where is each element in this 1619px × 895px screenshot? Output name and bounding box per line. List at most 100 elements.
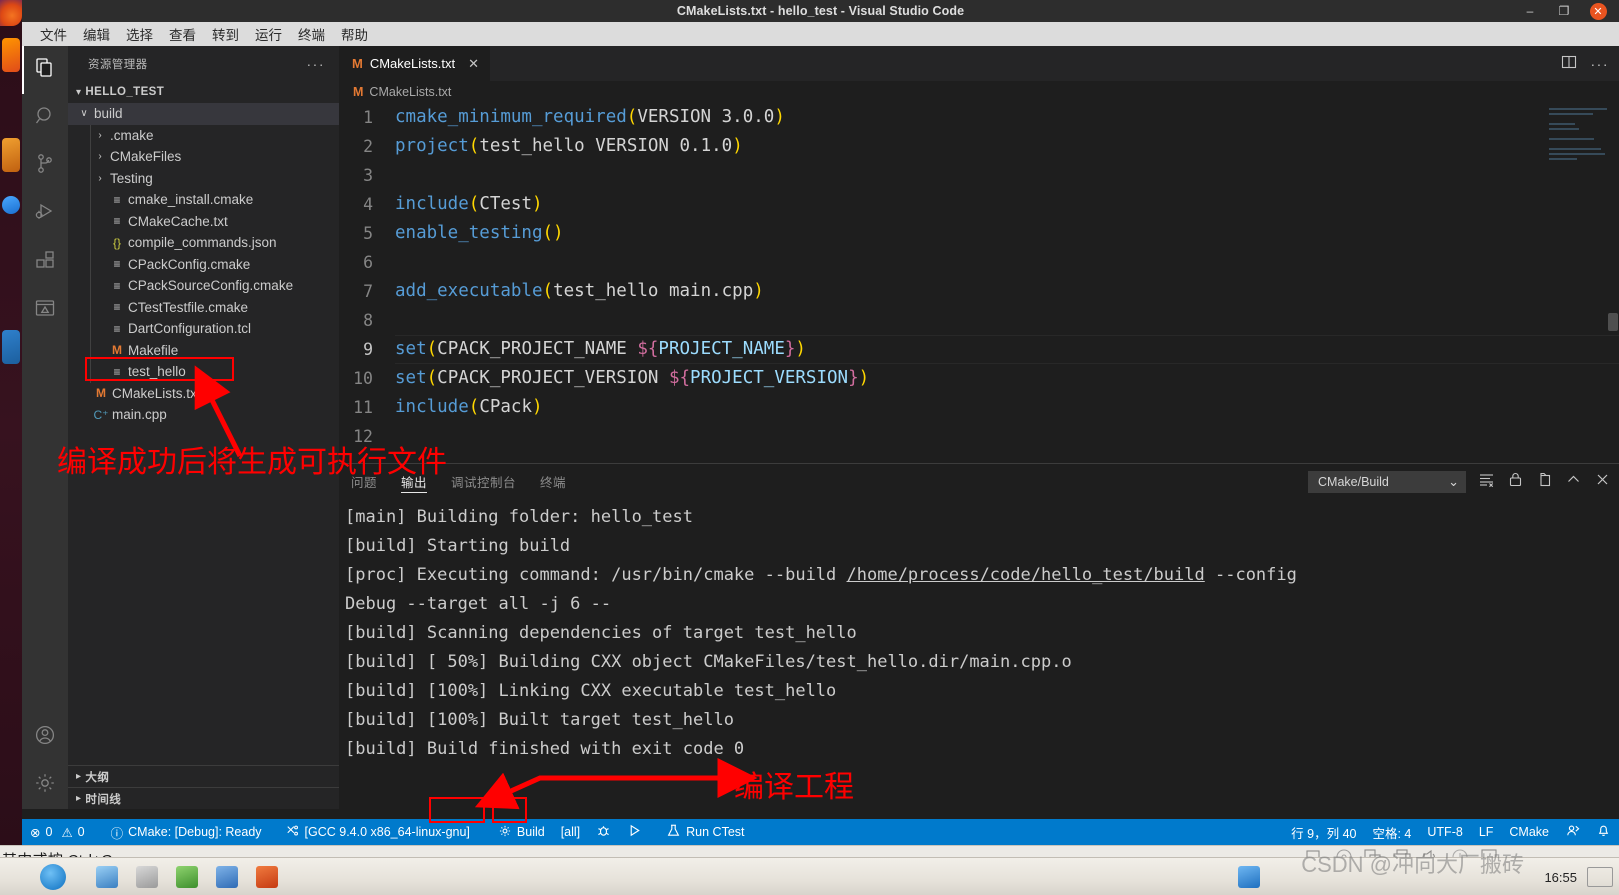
activity-accounts[interactable] bbox=[22, 713, 68, 761]
menu-edit[interactable]: 编辑 bbox=[75, 22, 118, 46]
collapse-panel-icon[interactable] bbox=[1565, 471, 1582, 493]
tree-item-cpackconfig-cmake[interactable]: ≡ CPackConfig.cmake bbox=[68, 253, 339, 275]
tab-output[interactable]: 输出 bbox=[389, 464, 439, 499]
chevron-right-icon[interactable]: › bbox=[92, 151, 108, 162]
status-cmake-ready[interactable]: ⓘ CMake: [Debug]: Ready bbox=[103, 819, 270, 845]
status-launch-button[interactable] bbox=[619, 819, 650, 845]
status-eol[interactable]: LF bbox=[1471, 819, 1502, 845]
tree-item-compile-commands-json[interactable]: {} compile_commands.json bbox=[68, 232, 339, 254]
code-editor[interactable]: 1 cmake_minimum_required(VERSION 3.0.0) 2 p… bbox=[339, 103, 1619, 478]
activity-run-debug[interactable] bbox=[22, 190, 68, 238]
dock-vscode-icon[interactable] bbox=[2, 330, 20, 364]
status-notifications[interactable] bbox=[1588, 819, 1619, 845]
output-path-link[interactable]: /home/process/code/hello_test/build bbox=[847, 565, 1205, 585]
menu-file[interactable]: 文件 bbox=[32, 22, 75, 46]
clear-output-icon[interactable] bbox=[1478, 471, 1495, 493]
status-build-button[interactable]: Build bbox=[490, 819, 553, 845]
close-icon[interactable]: ✕ bbox=[1589, 2, 1607, 20]
breadcrumb[interactable]: M CMakeLists.txt bbox=[339, 81, 1619, 103]
tab-debug-console[interactable]: 调试控制台 bbox=[439, 464, 528, 499]
taskbar-app-2[interactable] bbox=[136, 866, 158, 888]
code-line[interactable]: 7 add_executable(test_hello main.cpp) bbox=[339, 277, 1619, 306]
status-debug-button[interactable] bbox=[588, 819, 619, 845]
taskbar-app-1[interactable] bbox=[96, 866, 118, 888]
activity-source-control[interactable] bbox=[22, 142, 68, 190]
tree-item--cmake[interactable]: › .cmake bbox=[68, 124, 339, 146]
code-line[interactable]: 4 include(CTest) bbox=[339, 190, 1619, 219]
activity-search[interactable] bbox=[22, 94, 68, 142]
status-build-target[interactable]: [all] bbox=[553, 819, 588, 845]
tree-item-build[interactable]: ∨ build bbox=[68, 103, 339, 125]
taskbar-app-6[interactable] bbox=[1238, 866, 1260, 888]
activity-extensions[interactable] bbox=[22, 238, 68, 286]
chevron-down-icon[interactable]: ∨ bbox=[76, 108, 92, 119]
code-line[interactable]: 5 enable_testing() bbox=[339, 219, 1619, 248]
dock-files-icon[interactable] bbox=[2, 138, 20, 172]
status-indentation[interactable]: 空格: 4 bbox=[1364, 819, 1419, 845]
output-channel-select[interactable]: CMake/Build ⌄ bbox=[1308, 470, 1466, 493]
show-desktop-icon[interactable] bbox=[1587, 867, 1613, 887]
open-in-editor-icon[interactable] bbox=[1536, 471, 1553, 493]
menu-view[interactable]: 查看 bbox=[161, 22, 204, 46]
tree-item-cmakelists-txt[interactable]: M CMakeLists.txt bbox=[68, 383, 339, 405]
maximize-button[interactable]: ❐ bbox=[1547, 0, 1581, 22]
ubuntu-logo-icon[interactable] bbox=[0, 0, 22, 26]
menu-go[interactable]: 转到 bbox=[204, 22, 247, 46]
status-cmake-kit[interactable]: [GCC 9.4.0 x86_64-linux-gnu] bbox=[278, 819, 478, 845]
start-button[interactable] bbox=[40, 864, 66, 890]
code-line[interactable]: 11 include(CPack) bbox=[339, 393, 1619, 422]
status-language-mode[interactable]: CMake bbox=[1501, 819, 1557, 845]
lock-scroll-icon[interactable] bbox=[1507, 471, 1524, 493]
split-editor-icon[interactable] bbox=[1561, 54, 1577, 73]
close-button[interactable]: ✕ bbox=[1581, 0, 1615, 22]
code-line[interactable]: 6 bbox=[339, 248, 1619, 277]
code-line[interactable]: 1 cmake_minimum_required(VERSION 3.0.0) bbox=[339, 103, 1619, 132]
sidebar-more-icon[interactable]: ··· bbox=[307, 56, 326, 72]
status-feedback[interactable] bbox=[1557, 819, 1588, 845]
tree-item-dartconfiguration-tcl[interactable]: ≡ DartConfiguration.tcl bbox=[68, 318, 339, 340]
minimize-button[interactable]: – bbox=[1513, 0, 1547, 22]
menu-terminal[interactable]: 终端 bbox=[290, 22, 333, 46]
menu-run[interactable]: 运行 bbox=[247, 22, 290, 46]
sidebar-section-outline[interactable]: ▸ 大纲 bbox=[68, 765, 339, 787]
tab-close-icon[interactable]: ✕ bbox=[468, 56, 479, 72]
tab-problems[interactable]: 问题 bbox=[339, 464, 389, 499]
tree-item-ctesttestfile-cmake[interactable]: ≡ CTestTestfile.cmake bbox=[68, 296, 339, 318]
minimap[interactable] bbox=[1549, 108, 1611, 178]
status-cursor-position[interactable]: 行 9，列 40 bbox=[1283, 819, 1364, 845]
tab-terminal[interactable]: 终端 bbox=[528, 464, 578, 499]
menu-help[interactable]: 帮助 bbox=[333, 22, 376, 46]
more-actions-icon[interactable]: ··· bbox=[1591, 56, 1610, 72]
explorer-folder-section[interactable]: ▾ HELLO_TEST bbox=[68, 81, 339, 103]
code-line[interactable]: 9 set(CPACK_PROJECT_NAME ${PROJECT_NAME}) bbox=[339, 335, 1619, 364]
tree-item-cpacksourceconfig-cmake[interactable]: ≡ CPackSourceConfig.cmake bbox=[68, 275, 339, 297]
tree-item-cmakecache-txt[interactable]: ≡ CMakeCache.txt bbox=[68, 210, 339, 232]
taskbar-app-3[interactable] bbox=[176, 866, 198, 888]
status-run-ctest[interactable]: Run CTest bbox=[658, 819, 752, 845]
menu-selection[interactable]: 选择 bbox=[118, 22, 161, 46]
tree-item-cmake-install-cmake[interactable]: ≡ cmake_install.cmake bbox=[68, 189, 339, 211]
sidebar-section-timeline[interactable]: ▸ 时间线 bbox=[68, 787, 339, 809]
close-panel-icon[interactable] bbox=[1594, 471, 1611, 493]
tree-item-main-cpp[interactable]: C⁺ main.cpp bbox=[68, 404, 339, 426]
taskbar-app-4[interactable] bbox=[216, 866, 238, 888]
dock-app-icon[interactable] bbox=[2, 196, 20, 214]
tree-item-cmakefiles[interactable]: › CMakeFiles bbox=[68, 146, 339, 168]
tab-cmakelists[interactable]: M CMakeLists.txt ✕ bbox=[339, 46, 491, 81]
dock-firefox-icon[interactable] bbox=[2, 38, 20, 72]
activity-explorer[interactable] bbox=[22, 46, 68, 94]
taskbar-app-5[interactable] bbox=[256, 866, 278, 888]
output-log[interactable]: [main] Building folder: hello_test [build… bbox=[339, 499, 1619, 810]
editor-scrollbar[interactable] bbox=[1608, 313, 1618, 331]
code-line[interactable]: 2 project(test_hello VERSION 0.1.0) bbox=[339, 132, 1619, 161]
chevron-right-icon[interactable]: › bbox=[92, 130, 108, 141]
tree-item-test-hello[interactable]: ≡ test_hello bbox=[68, 361, 339, 383]
code-line[interactable]: 3 bbox=[339, 161, 1619, 190]
tree-item-makefile[interactable]: M Makefile bbox=[68, 339, 339, 361]
status-problems[interactable]: ⊗ 0 ⚠ 0 bbox=[22, 819, 93, 845]
tree-item-testing[interactable]: › Testing bbox=[68, 167, 339, 189]
status-encoding[interactable]: UTF-8 bbox=[1419, 819, 1470, 845]
activity-settings[interactable] bbox=[22, 761, 68, 809]
activity-cmake[interactable] bbox=[22, 286, 68, 334]
taskbar-clock[interactable]: 16:55 bbox=[1544, 871, 1577, 884]
